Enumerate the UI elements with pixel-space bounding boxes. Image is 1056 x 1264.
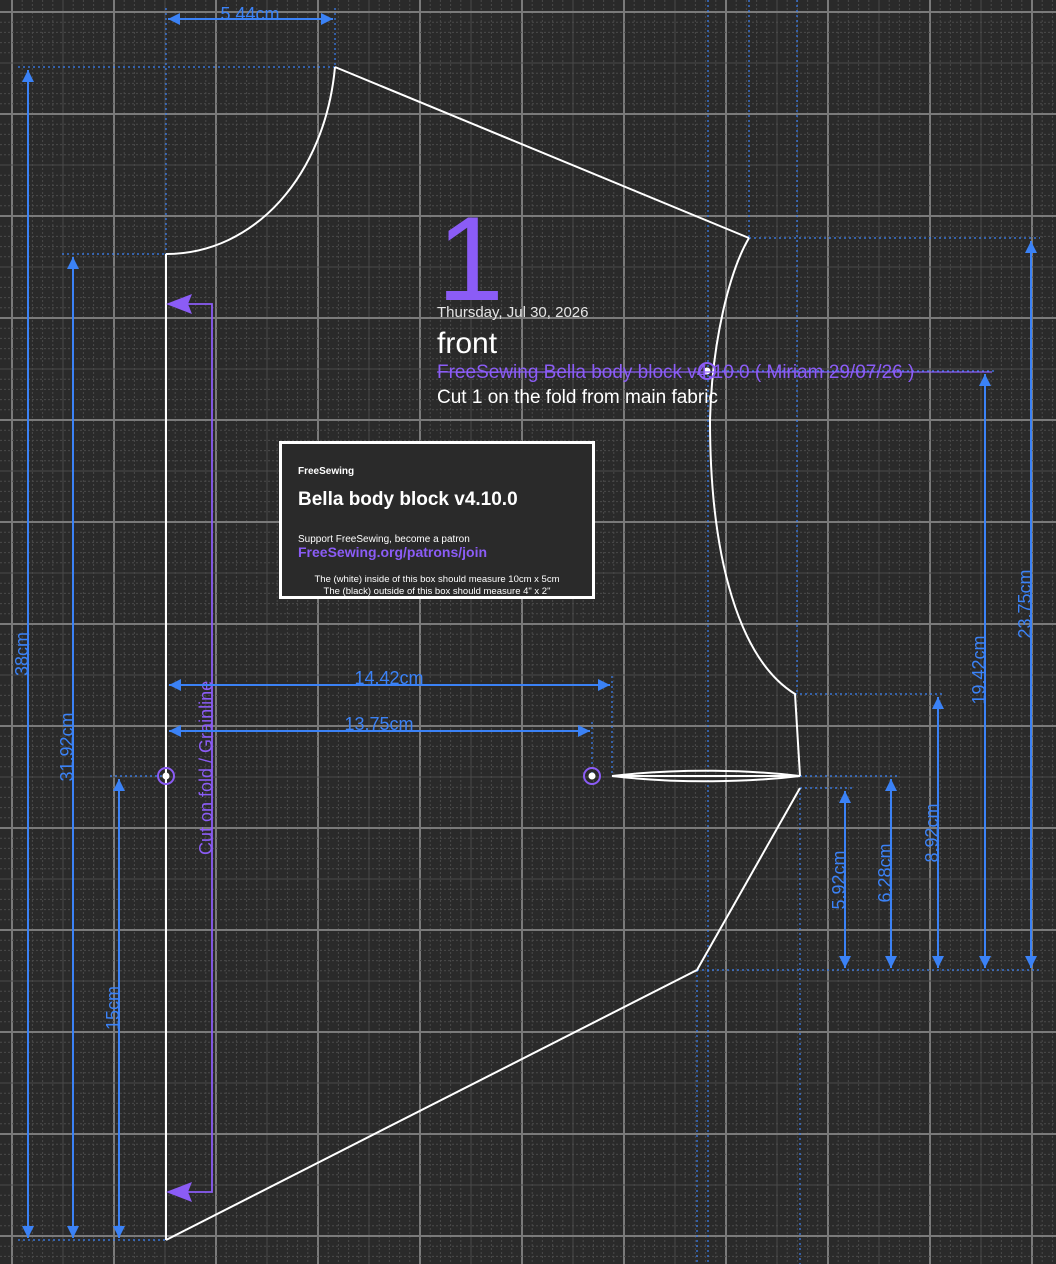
label-armhole-mid: 19.42cm — [969, 635, 989, 704]
scalebox-title: Bella body block v4.10.0 — [298, 489, 518, 510]
label-cf-length: 31.92cm — [57, 712, 77, 781]
label-bust-width: 14.42cm — [354, 668, 423, 688]
piece-name: front — [437, 327, 498, 360]
piece-date: Thursday, Jul 30, 2026 — [437, 304, 588, 321]
scalebox-brand: FreeSewing — [298, 466, 354, 477]
scalebox-note-inside: The (white) inside of this box should me… — [315, 574, 560, 585]
label-bust-point: 13.75cm — [344, 714, 413, 734]
canvas-background — [0, 0, 1056, 1264]
scalebox-link[interactable]: FreeSewing.org/patrons/join — [298, 544, 487, 560]
label-armhole-height: 23.75cm — [1015, 569, 1035, 638]
label-waist-bottom: 15cm — [103, 986, 123, 1030]
pattern-canvas: Cut on fold / Grainline 5.44cm 38cm 31.9… — [0, 0, 1056, 1264]
label-dart-upper: 6.28cm — [875, 843, 895, 902]
grainline-label: Cut on fold / Grainline — [196, 681, 216, 855]
cut-instructions: Cut 1 on the fold from main fabric — [437, 387, 718, 408]
label-total-length: 38cm — [12, 632, 32, 676]
scalebox-note-outside: The (black) outside of this box should m… — [324, 586, 551, 597]
label-neck-width: 5.44cm — [220, 4, 279, 24]
label-side-upper: 8.92cm — [922, 803, 942, 862]
label-dart-lower: 5.92cm — [829, 850, 849, 909]
scalebox: FreeSewing Bella body block v4.10.0 Supp… — [279, 441, 595, 599]
